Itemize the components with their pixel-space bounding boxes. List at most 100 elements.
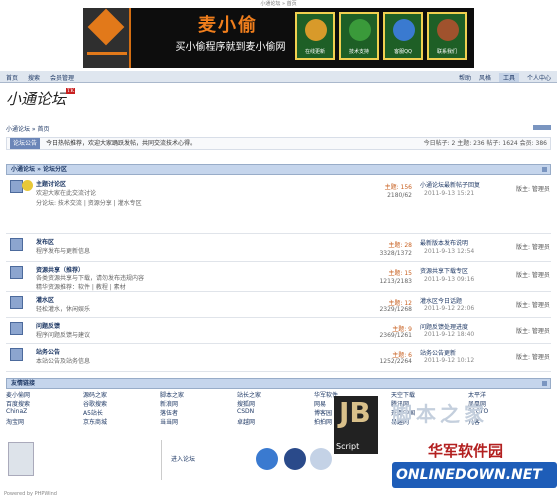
link-item[interactable]: 百度搜索 (6, 399, 83, 408)
moderator[interactable]: 版主: 管理员 (516, 242, 551, 251)
link-item[interactable]: 京东商城 (83, 417, 160, 426)
onlinedown-watermark: 华军软件园 ONLINEDOWN.NET (392, 440, 557, 500)
forum-subforums[interactable]: 分论坛: 技术交流 | 资源分享 | 灌水专区 (36, 198, 366, 207)
site-logo[interactable]: 小通论坛TK (6, 88, 96, 112)
last-post[interactable]: 最新版本发布说明 (420, 238, 502, 247)
last-post-time: 2011-9-13 15:21 (424, 190, 475, 197)
nav-tools[interactable]: 工具 (498, 73, 519, 82)
partner-logo-icon[interactable] (284, 448, 306, 470)
forum-count: 2369/1261 (379, 332, 412, 339)
link-item[interactable]: 谷歌搜索 (83, 399, 160, 408)
footer: Powered by PHPWind (4, 491, 57, 497)
link-item[interactable]: 落伍者 (160, 408, 237, 417)
forum-icon (10, 238, 23, 251)
nav-bar: 首页 搜索 会员管理 帮助 风格 工具 个人中心 (0, 71, 557, 83)
last-post[interactable]: 灌水区今日话题 (420, 296, 502, 305)
link-item[interactable]: 麦小偷网 (6, 390, 83, 399)
notice-text[interactable]: 今日热帖推荐，欢迎大家踊跃发帖，共同交流技术心得。 (46, 140, 196, 147)
rss-icon[interactable] (533, 125, 551, 130)
forum-count: 2180/62 (387, 192, 412, 199)
forum-stat: 主题: 156 (384, 184, 412, 191)
notice-button[interactable]: 论坛公告 (10, 138, 41, 149)
forum-count: 1252/2264 (379, 358, 412, 365)
jb51-watermark: JB Script (334, 396, 378, 454)
last-post[interactable]: 小通论坛最新帖子回复 (420, 180, 502, 189)
last-post-time: 2011-9-12 10:12 (424, 357, 475, 364)
auction-icon[interactable]: 联系我们 (427, 12, 467, 60)
link-item[interactable]: 新浪网 (160, 399, 237, 408)
last-post[interactable]: 站务公告更新 (420, 348, 502, 357)
nav-help[interactable]: 帮助 (459, 73, 471, 82)
moderator[interactable]: 版主: 管理员 (516, 184, 551, 193)
breadcrumb[interactable]: 小通论坛 » 首页 (6, 124, 551, 134)
forum-count: 2329/1268 (379, 306, 412, 313)
nav-search[interactable]: 搜索 (28, 73, 40, 82)
forum-name[interactable]: 发布区 (36, 237, 54, 246)
collapse-icon[interactable] (542, 167, 547, 172)
ad-logo (83, 8, 131, 68)
forum-stat: 主题: 15 (388, 270, 412, 277)
forum-row[interactable]: 问题反馈 程序问题反馈与建议 主题: 9 2369/1261 问题反馈处理进度 … (6, 318, 551, 344)
jb51-watermark-text: 脚本之家 (392, 402, 488, 426)
moderator[interactable]: 版主: 管理员 (516, 326, 551, 335)
nav-members[interactable]: 会员管理 (50, 73, 74, 82)
forum-row[interactable]: 资源共享（推荐） 各类资源共享与下载，请勿发布违规内容 精华资源推荐：软件 | … (6, 262, 551, 292)
nav-profile[interactable]: 个人中心 (527, 73, 551, 82)
forum-count: 1213/2183 (379, 278, 412, 285)
forum-row[interactable]: 灌水区 轻松灌水，休闲娱乐 主题: 12 2329/1268 灌水区今日话题 2… (6, 292, 551, 318)
ad-banner[interactable]: 麦小偷 买小偷程序就到麦小偷网 在线更新 技术支持 客服QQ 联系我们 (83, 8, 474, 68)
forum-icon (10, 266, 23, 279)
update-icon[interactable]: 在线更新 (295, 12, 335, 60)
link-item[interactable]: 当当网 (160, 417, 237, 426)
avatar (8, 442, 34, 476)
link-item[interactable]: CSDN (237, 408, 314, 417)
link-item[interactable]: 脚本之家 (160, 390, 237, 399)
last-post[interactable]: 问题反馈处理进度 (420, 322, 502, 331)
forum-desc: 欢迎大家在此交流讨论 (36, 190, 97, 197)
enter-forum-link[interactable]: 进入论坛 (171, 454, 195, 463)
last-post-time: 2011-9-13 09:16 (424, 276, 475, 283)
forum-name[interactable]: 灌水区 (36, 295, 54, 304)
forum-count: 3328/1372 (379, 250, 412, 257)
forum-icon (10, 296, 23, 309)
forum-icon (10, 348, 23, 361)
partner-logo-icon[interactable] (256, 448, 278, 470)
link-item[interactable]: ChinaZ (6, 408, 83, 417)
forum-icon (10, 322, 23, 335)
user-icon[interactable]: 客服QQ (383, 12, 423, 60)
link-item[interactable]: 源码之家 (83, 390, 160, 399)
forum-subforums[interactable]: 精华资源推荐：软件 | 教程 | 素材 (36, 282, 366, 291)
globe-icon[interactable]: 技术支持 (339, 12, 379, 60)
forum-name[interactable]: 问题反馈 (36, 321, 60, 330)
moderator[interactable]: 版主: 管理员 (516, 352, 551, 361)
forum-row[interactable]: 站务公告 本站公告及站务信息 主题: 6 1252/2264 站务公告更新 20… (6, 344, 551, 372)
link-item[interactable]: A5站长 (83, 408, 160, 417)
notice-bar: 论坛公告 今日热帖推荐，欢迎大家踊跃发帖，共同交流技术心得。 今日帖子: 2 主… (6, 137, 551, 150)
top-strip: 小通论坛 » 首页 (0, 0, 557, 8)
new-post-icon (22, 180, 33, 191)
section-header-main[interactable]: 小通论坛 » 论坛分区 (6, 164, 551, 175)
link-item[interactable]: 站长之家 (237, 390, 314, 399)
forum-row[interactable]: 主题讨论区 欢迎大家在此交流讨论 分论坛: 技术交流 | 资源分享 | 灌水专区… (6, 176, 551, 234)
moderator[interactable]: 版主: 管理员 (516, 300, 551, 309)
forum-row[interactable]: 发布区 程序发布与更新信息 主题: 28 3328/1372 最新版本发布说明 … (6, 234, 551, 262)
forum-desc: 轻松灌水，休闲娱乐 (36, 306, 91, 313)
moderator[interactable]: 版主: 管理员 (516, 270, 551, 279)
partner-logo-icon[interactable] (310, 448, 332, 470)
link-item[interactable]: 搜狐网 (237, 399, 314, 408)
nav-home[interactable]: 首页 (6, 73, 18, 82)
collapse-icon[interactable] (542, 381, 547, 386)
forum-desc: 本站公告及站务信息 (36, 358, 91, 365)
last-post-time: 2011-9-12 18:40 (424, 331, 475, 338)
forum-desc: 各类资源共享与下载，请勿发布违规内容 (36, 275, 145, 282)
forum-name[interactable]: 站务公告 (36, 347, 60, 356)
link-item[interactable]: 淘宝网 (6, 417, 83, 426)
nav-style[interactable]: 风格 (479, 73, 491, 82)
forum-name[interactable]: 主题讨论区 (36, 179, 66, 188)
forum-stat: 主题: 28 (388, 242, 412, 249)
section-header-links[interactable]: 友情链接 (6, 378, 551, 389)
last-post[interactable]: 资源共享下载专区 (420, 266, 502, 275)
link-item[interactable]: 卓越网 (237, 417, 314, 426)
top-strip-text: 小通论坛 » 首页 (260, 1, 297, 7)
forum-desc: 程序发布与更新信息 (36, 248, 91, 255)
